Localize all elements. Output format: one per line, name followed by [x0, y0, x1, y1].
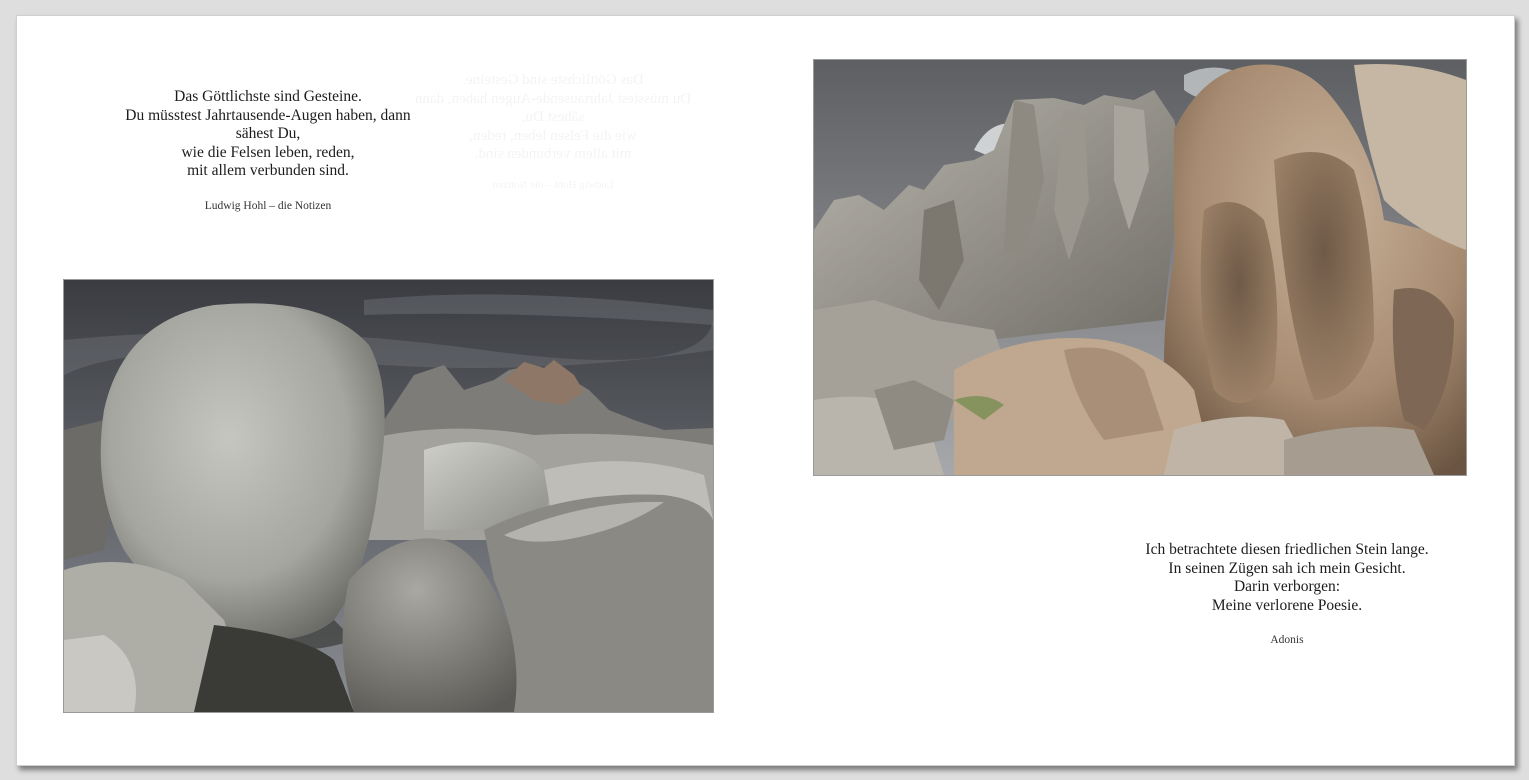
granite-boulders-illustration — [64, 280, 713, 712]
bleed-through-source: Ludwig Hohl – die Notizen — [403, 179, 703, 191]
left-quote-source: Ludwig Hohl – die Notizen — [204, 200, 332, 212]
eroded-rock-face-photo — [813, 59, 1467, 476]
left-quote: Das Göttlichste sind Gesteine. Du müsste… — [125, 88, 411, 180]
right-quote: Ich betrachtete diesen friedlichen Stein… — [1145, 541, 1429, 614]
eroded-rock-illustration — [814, 60, 1466, 475]
granite-boulders-photo — [63, 279, 714, 713]
bleed-through-text: Das Göttlichste sind Gesteine. Du müsste… — [403, 71, 703, 164]
book-spread: Das Göttlichste sind Gesteine. Du müsste… — [16, 15, 1515, 766]
right-quote-source: Adonis — [1270, 634, 1304, 646]
